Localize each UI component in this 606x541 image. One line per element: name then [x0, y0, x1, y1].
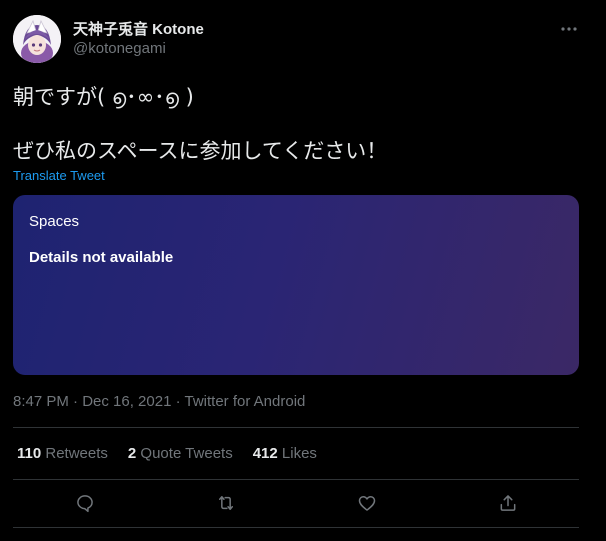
- quote-tweets-label: Quote Tweets: [140, 445, 233, 462]
- retweets-count: 110: [17, 445, 42, 462]
- divider: [13, 527, 579, 528]
- quote-tweets-stat[interactable]: 2 Quote Tweets: [128, 445, 233, 462]
- more-options-button[interactable]: [556, 18, 582, 40]
- divider: [13, 427, 579, 428]
- tweet-text-line-1: 朝ですが( ൭･∞･൭ ): [13, 85, 194, 109]
- translate-tweet-link[interactable]: Translate Tweet: [13, 168, 105, 183]
- likes-label: Likes: [281, 445, 317, 462]
- quote-tweets-count: 2: [127, 445, 137, 462]
- like-button[interactable]: [355, 491, 379, 515]
- retweets-label: Retweets: [45, 445, 108, 462]
- tweet-text: 朝ですが( ൭･∞･൭ ) ぜひ私のスペースに参加してください！: [13, 82, 573, 166]
- tweet-text-line-2: ぜひ私のスペースに参加してください！: [13, 139, 388, 163]
- avatar[interactable]: [13, 15, 61, 63]
- share-button[interactable]: [496, 491, 520, 515]
- reply-icon: [77, 495, 93, 513]
- tweet-stats: 110 Retweets 2 Quote Tweets 412 Likes: [17, 445, 337, 462]
- user-handle[interactable]: @kotonegami: [73, 40, 166, 57]
- retweet-icon: [219, 496, 233, 510]
- display-name[interactable]: 天神子兎音 Kotone: [73, 18, 204, 39]
- like-icon: [358, 496, 376, 511]
- spaces-card[interactable]: Spaces Details not available: [13, 195, 579, 375]
- retweets-stat[interactable]: 110 Retweets: [17, 445, 108, 462]
- likes-stat[interactable]: 412 Likes: [253, 445, 317, 462]
- tweet-meta: 8:47 PM · Dec 16, 2021 · Twitter for And…: [13, 393, 306, 410]
- spaces-card-detail: Details not available: [29, 249, 174, 266]
- avatar-image: [13, 15, 61, 63]
- retweet-button[interactable]: [214, 491, 238, 515]
- share-icon: [500, 495, 516, 511]
- spaces-card-label: Spaces: [29, 213, 80, 230]
- likes-count: 412: [252, 445, 278, 462]
- divider: [13, 479, 579, 480]
- tweet-actions: [0, 488, 606, 518]
- more-icon: [561, 27, 577, 31]
- reply-button[interactable]: [73, 491, 97, 515]
